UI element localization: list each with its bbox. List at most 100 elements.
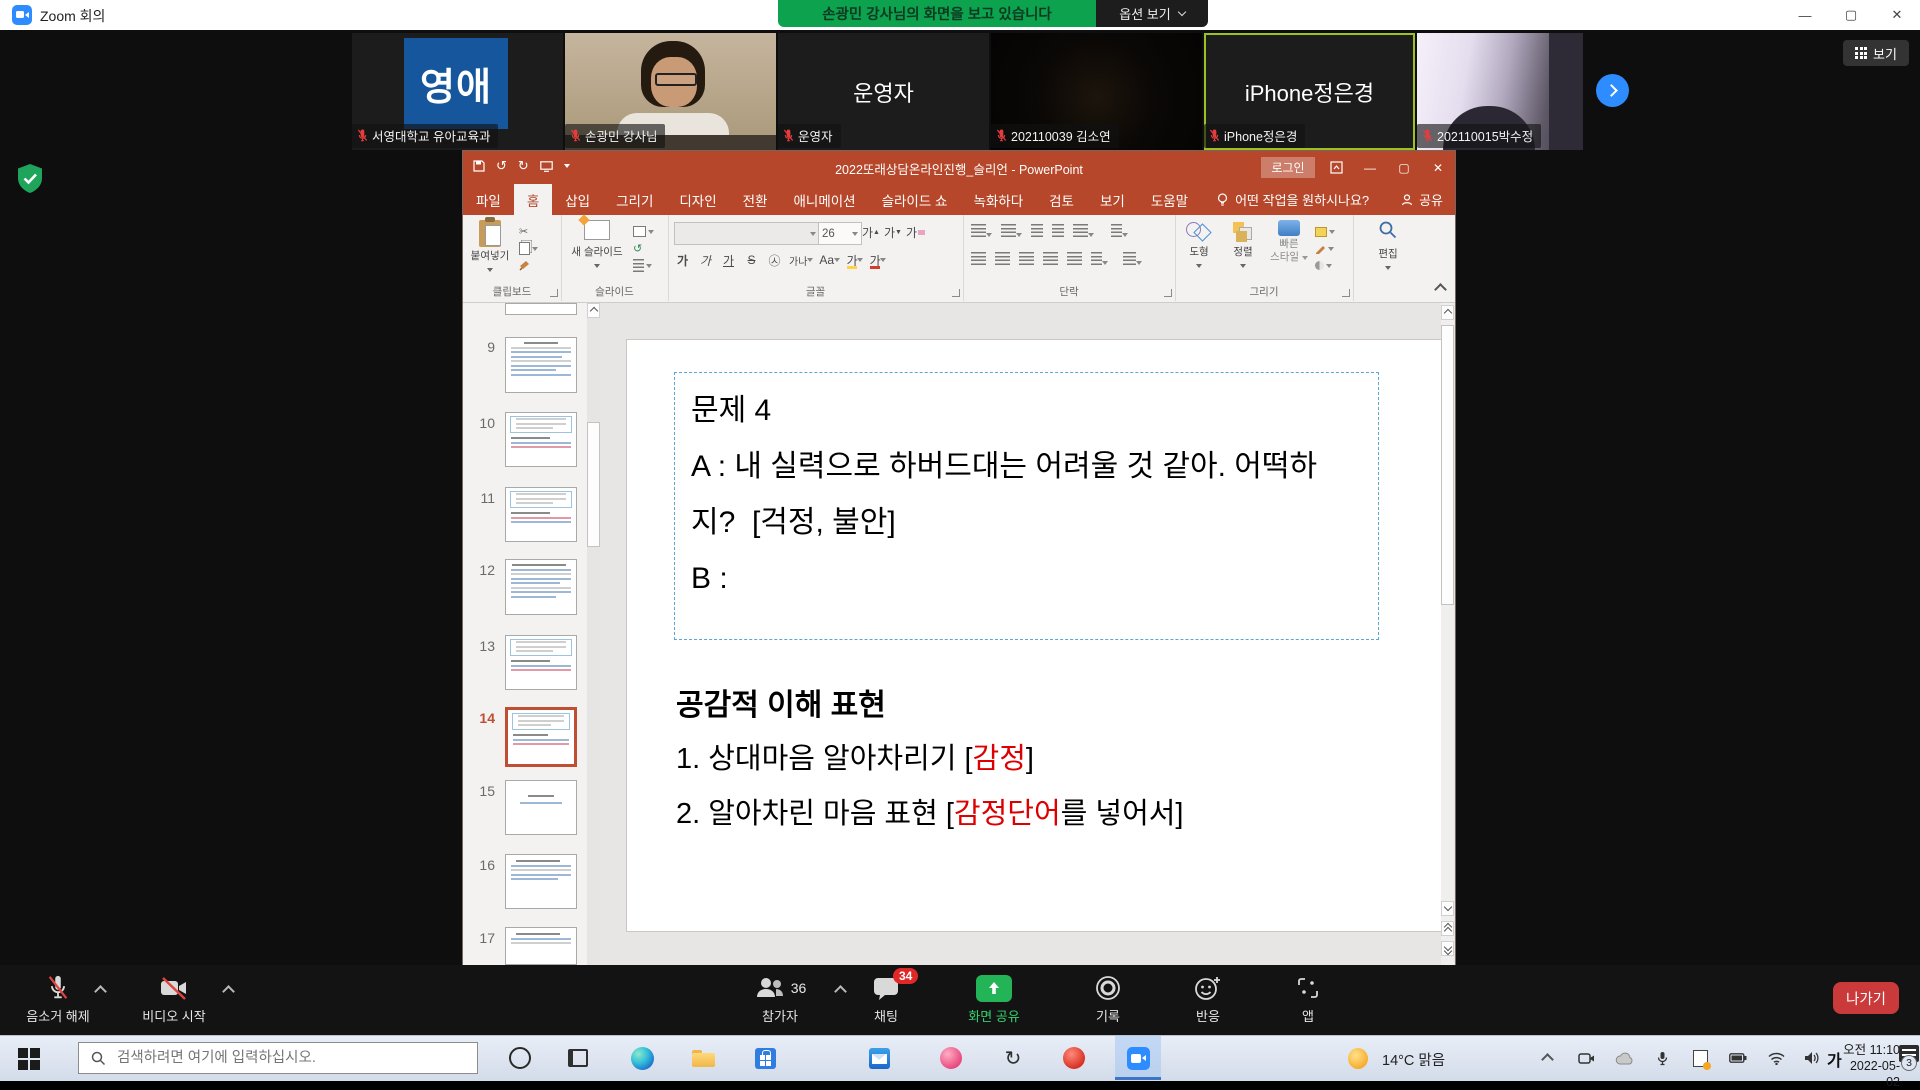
dialog-launcher-icon[interactable] bbox=[550, 289, 558, 297]
line-spacing-button[interactable] bbox=[1073, 224, 1094, 242]
slide-thumb[interactable] bbox=[505, 487, 577, 542]
participant-tile[interactable]: 202110039 김소연 bbox=[991, 33, 1202, 150]
security-shield-icon[interactable] bbox=[16, 163, 44, 194]
edit-button[interactable]: 편집 bbox=[1366, 220, 1410, 274]
reactions-button[interactable]: 반응 bbox=[1172, 972, 1244, 1025]
dialog-launcher-icon[interactable] bbox=[1164, 289, 1172, 297]
next-slide-button[interactable] bbox=[1441, 941, 1454, 956]
format-painter-button[interactable] bbox=[519, 257, 538, 274]
sync-app-icon[interactable]: ↻ bbox=[1001, 1046, 1025, 1070]
decrease-indent-button[interactable] bbox=[1031, 224, 1043, 242]
ppt-maximize-button[interactable]: ▢ bbox=[1387, 151, 1421, 184]
scroll-down-button[interactable] bbox=[1441, 901, 1454, 916]
distribute-button[interactable] bbox=[1067, 252, 1082, 270]
bold-button[interactable]: 가 bbox=[674, 251, 691, 269]
slide-textbox[interactable]: 문제 4 A : 내 실력으로 하버드대는 어려울 것 같아. 어떡하 지? [… bbox=[674, 372, 1379, 640]
shape-effects-button[interactable] bbox=[1315, 257, 1335, 274]
tray-document-icon[interactable] bbox=[1690, 1049, 1710, 1067]
clear-format-button[interactable]: 가 bbox=[906, 223, 925, 241]
unmute-button[interactable]: 음소거 해제 bbox=[14, 972, 102, 1025]
copy-button[interactable] bbox=[519, 240, 538, 257]
share-button[interactable]: 공유 bbox=[1401, 184, 1443, 215]
quick-styles-button[interactable]: 빠른스타일 bbox=[1267, 220, 1311, 264]
tab-file[interactable]: 파일 bbox=[463, 184, 514, 215]
smartart-convert-button[interactable] bbox=[1123, 252, 1142, 270]
start-button[interactable] bbox=[18, 1048, 40, 1070]
view-options-button[interactable]: 옵션 보기 bbox=[1096, 0, 1208, 27]
start-video-button[interactable]: 비디오 시작 bbox=[128, 972, 220, 1025]
tab-draw[interactable]: 그리기 bbox=[603, 184, 666, 215]
grow-font-button[interactable]: 가▲ bbox=[862, 223, 880, 241]
participant-tile-active-speaker[interactable]: iPhone정은경 iPhone정은경 bbox=[1204, 33, 1415, 150]
italic-button[interactable]: 가 bbox=[697, 251, 714, 269]
increase-indent-button[interactable] bbox=[1052, 224, 1064, 242]
section-button[interactable] bbox=[633, 257, 654, 274]
collapse-ribbon-icon[interactable] bbox=[1434, 283, 1447, 296]
weather-text[interactable]: 14°C 맑음 bbox=[1382, 1049, 1445, 1070]
weather-sun-icon[interactable] bbox=[1348, 1049, 1368, 1067]
video-options-chevron[interactable] bbox=[222, 985, 235, 998]
leave-button[interactable]: 나가기 bbox=[1833, 982, 1899, 1014]
volume-icon[interactable] bbox=[1802, 1049, 1822, 1067]
slide-thumb[interactable] bbox=[505, 337, 577, 393]
login-button[interactable]: 로그인 bbox=[1261, 157, 1315, 178]
slide-canvas[interactable]: 문제 4 A : 내 실력으로 하버드대는 어려울 것 같아. 어떡하 지? [… bbox=[627, 340, 1447, 931]
shapes-button[interactable]: 도형 bbox=[1179, 220, 1219, 272]
change-case-button[interactable]: Aa bbox=[819, 251, 840, 269]
tab-design[interactable]: 디자인 bbox=[666, 184, 729, 215]
taskbar-search[interactable] bbox=[78, 1042, 478, 1074]
view-button[interactable]: 보기 bbox=[1843, 40, 1909, 66]
align-right-button[interactable] bbox=[1019, 252, 1034, 270]
scrollbar-thumb[interactable] bbox=[1441, 325, 1454, 605]
ribbon-display-options-icon[interactable] bbox=[1319, 151, 1353, 184]
scroll-up-button[interactable] bbox=[587, 303, 600, 318]
bullets-button[interactable] bbox=[971, 224, 992, 242]
slide-thumb[interactable] bbox=[505, 780, 577, 835]
panel-scrollbar[interactable] bbox=[587, 303, 600, 965]
ppt-close-button[interactable]: ✕ bbox=[1421, 151, 1455, 184]
task-view-icon[interactable] bbox=[566, 1046, 590, 1070]
numbering-button[interactable] bbox=[1001, 224, 1022, 242]
slide-thumb[interactable] bbox=[505, 854, 577, 909]
scrollbar-thumb[interactable] bbox=[587, 422, 600, 547]
participants-options-chevron[interactable] bbox=[834, 985, 847, 998]
apps-button[interactable]: 앱 bbox=[1278, 972, 1338, 1025]
search-input[interactable] bbox=[115, 1049, 477, 1067]
cut-button[interactable]: ✂ bbox=[519, 223, 538, 240]
ppt-minimize-button[interactable]: — bbox=[1353, 151, 1387, 184]
file-explorer-icon[interactable] bbox=[691, 1046, 715, 1070]
wifi-icon[interactable] bbox=[1766, 1049, 1786, 1067]
font-color-button[interactable]: 가 bbox=[869, 251, 886, 269]
mail-app-icon[interactable] bbox=[867, 1046, 891, 1070]
tab-view[interactable]: 보기 bbox=[1087, 184, 1138, 215]
shape-outline-button[interactable] bbox=[1315, 240, 1335, 257]
edge-browser-icon[interactable] bbox=[630, 1046, 654, 1070]
dialog-launcher-icon[interactable] bbox=[952, 289, 960, 297]
microsoft-store-icon[interactable] bbox=[753, 1046, 777, 1070]
highlight-color-button[interactable]: 가 bbox=[846, 251, 863, 269]
tray-mic-icon[interactable] bbox=[1652, 1049, 1672, 1067]
zoom-taskbar-icon[interactable] bbox=[1126, 1046, 1150, 1070]
tab-review[interactable]: 검토 bbox=[1036, 184, 1087, 215]
tray-overflow-chevron[interactable] bbox=[1541, 1053, 1554, 1066]
next-page-arrow-button[interactable] bbox=[1596, 74, 1629, 107]
tab-insert[interactable]: 삽입 bbox=[552, 184, 603, 215]
tab-transitions[interactable]: 전환 bbox=[730, 184, 781, 215]
justify-button[interactable] bbox=[1043, 252, 1058, 270]
participant-tile[interactable]: 202110015박수정 bbox=[1417, 33, 1583, 150]
participant-tile[interactable]: 영애 서영대학교 유아교육과 bbox=[352, 33, 563, 150]
text-shadow-button[interactable]: ㉦ bbox=[766, 251, 783, 269]
scroll-up-button[interactable] bbox=[1441, 305, 1454, 320]
tab-home[interactable]: 홈 bbox=[514, 184, 552, 215]
align-left-button[interactable] bbox=[971, 252, 986, 270]
previous-slide-button[interactable] bbox=[1441, 921, 1454, 936]
participants-button[interactable]: 36 참가자 bbox=[732, 972, 828, 1025]
close-button[interactable]: ✕ bbox=[1874, 0, 1920, 30]
battery-icon[interactable] bbox=[1728, 1049, 1748, 1067]
slide-thumb[interactable] bbox=[505, 927, 577, 965]
pink-app-icon[interactable] bbox=[939, 1046, 963, 1070]
red-app-icon[interactable] bbox=[1062, 1046, 1086, 1070]
participant-tile[interactable]: 손광민 강사님 bbox=[565, 33, 776, 150]
char-spacing-button[interactable]: 가나 bbox=[789, 251, 813, 269]
tab-help[interactable]: 도움말 bbox=[1138, 184, 1201, 215]
